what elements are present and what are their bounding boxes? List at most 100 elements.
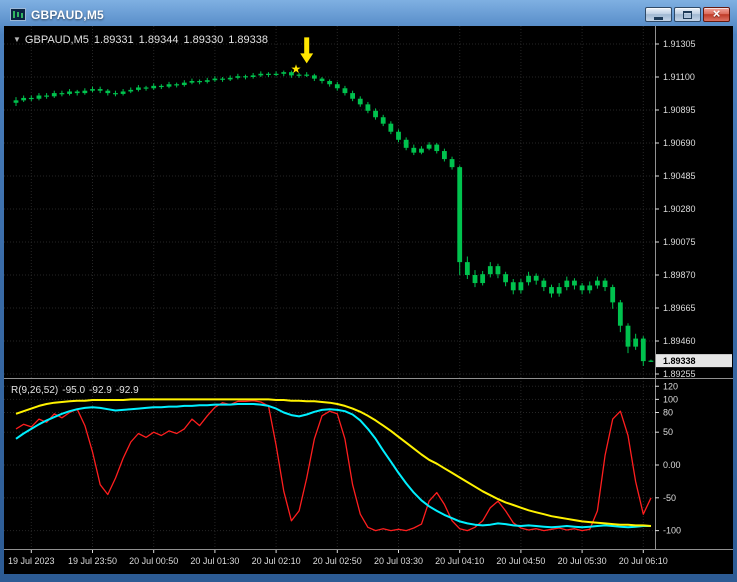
candle-body <box>13 100 19 103</box>
oscillator-value-1: -95.0 <box>62 385 86 396</box>
candle-body <box>480 274 486 284</box>
candle-body <box>235 76 241 78</box>
candle-body <box>258 73 264 76</box>
candle-body <box>365 104 371 111</box>
candle-body <box>426 144 432 149</box>
oscillator-axis-label: 50 <box>663 427 673 437</box>
price-axis-label: 1.91100 <box>663 72 695 82</box>
candle-body <box>105 90 111 94</box>
price-axis-label: 1.89460 <box>663 336 696 346</box>
candle-body <box>189 81 195 83</box>
chart-annotations: ★ <box>291 37 314 76</box>
mt4-chart-window: GBPAUD,M5 × ★ 1.91305 1.91100 1.90895 1.9069… <box>0 0 737 582</box>
candle-body <box>151 85 157 89</box>
window-titlebar[interactable]: GBPAUD,M5 × <box>4 0 733 26</box>
candle-body <box>633 338 639 347</box>
candle-body <box>158 85 164 88</box>
candle-body <box>526 275 531 283</box>
candle-body <box>487 266 493 275</box>
time-axis-label: 20 Jul 06:10 <box>619 556 668 566</box>
candle-body <box>556 287 562 294</box>
candle-body <box>602 280 608 288</box>
price-axis-label: 1.89870 <box>663 270 696 280</box>
candle-body <box>181 82 187 86</box>
candle-body <box>44 95 49 97</box>
chart-app-icon <box>10 8 26 21</box>
candle-body <box>434 144 440 152</box>
candle-body <box>227 77 233 80</box>
chart-canvas[interactable]: ★ 1.91305 1.91100 1.90895 1.90690 1.90485 1.90… <box>4 26 733 574</box>
candle-body <box>640 338 646 362</box>
ohlc-open: 1.89331 <box>93 34 134 46</box>
candle-body <box>457 167 463 263</box>
oscillator-axis-label: -50 <box>663 493 676 503</box>
time-axis[interactable]: 19 Jul 2023 19 Jul 23:50 20 Jul 00:50 20 Ju… <box>8 550 668 566</box>
oscillator-name: R(9,26,52) <box>11 385 59 396</box>
oscillator-line-R9 <box>15 400 652 532</box>
price-axis[interactable]: 1.91305 1.91100 1.90895 1.90690 1.90485 1.902… <box>655 39 732 536</box>
candle-body <box>342 88 348 94</box>
candle-body <box>357 98 363 105</box>
candle-body <box>120 91 126 94</box>
time-axis-label: 20 Jul 04:50 <box>496 556 545 566</box>
candle-body <box>541 280 547 288</box>
candle-body <box>396 131 401 140</box>
candle-body <box>166 84 172 87</box>
candle-body <box>197 81 202 83</box>
price-axis-label: 1.89255 <box>663 369 696 379</box>
oscillator-line-R52 <box>15 398 652 527</box>
oscillator-label: R(9,26,52) -95.0 -92.9 -92.9 <box>11 385 143 396</box>
price-axis-label: 1.91305 <box>663 39 696 49</box>
sell-arrow-icon[interactable] <box>300 37 314 64</box>
restore-button[interactable] <box>674 7 701 22</box>
minimize-icon <box>654 16 663 20</box>
candle-body <box>549 287 554 294</box>
time-axis-label: 20 Jul 04:10 <box>435 556 484 566</box>
candle-body <box>518 282 524 291</box>
candle-body <box>564 280 570 288</box>
candle-body <box>74 91 80 94</box>
candle-body <box>495 266 501 275</box>
minimize-button[interactable] <box>645 7 672 22</box>
candle-body <box>464 262 470 275</box>
oscillator-axis-label: 100 <box>663 394 678 404</box>
candle-body <box>579 285 585 291</box>
time-axis-label: 20 Jul 02:50 <box>313 556 362 566</box>
price-axis-label: 1.90485 <box>663 171 696 181</box>
time-axis-label: 20 Jul 02:10 <box>252 556 301 566</box>
candle-body <box>373 110 378 118</box>
candle-body <box>533 275 539 281</box>
time-axis-label: 20 Jul 05:30 <box>558 556 607 566</box>
time-axis-label: 19 Jul 2023 <box>8 556 55 566</box>
current-price-value: 1.89338 <box>663 356 696 366</box>
candle-body <box>174 84 180 86</box>
price-axis-label: 1.90690 <box>663 138 696 148</box>
candle-body <box>319 78 325 82</box>
candle-body <box>281 72 287 74</box>
candle-body <box>380 117 386 124</box>
candle-body <box>220 78 225 80</box>
oscillator-lines <box>15 398 652 532</box>
candle-body <box>97 89 103 91</box>
oscillator-value-3: -92.9 <box>115 385 139 396</box>
oscillator-axis-label: 0.00 <box>663 460 681 470</box>
candle-body <box>625 325 631 347</box>
candle-body <box>617 302 623 326</box>
collapse-arrow-icon[interactable]: ▼ <box>13 35 21 44</box>
candle-body <box>388 123 394 132</box>
close-button[interactable]: × <box>703 7 730 22</box>
candle-body <box>648 360 654 362</box>
candle-body <box>311 75 317 79</box>
candle-body <box>411 147 417 153</box>
price-axis-label: 1.90075 <box>663 237 696 247</box>
candle-body <box>212 78 218 81</box>
candle-body <box>67 91 72 94</box>
time-axis-label: 20 Jul 00:50 <box>129 556 178 566</box>
star-icon[interactable]: ★ <box>291 62 302 76</box>
candle-body <box>204 80 210 82</box>
oscillator-value-2: -92.9 <box>89 385 112 396</box>
horizontal-gridlines <box>4 43 654 532</box>
candle-body <box>442 151 447 160</box>
candle-body <box>143 87 149 89</box>
candle-body <box>403 139 409 148</box>
